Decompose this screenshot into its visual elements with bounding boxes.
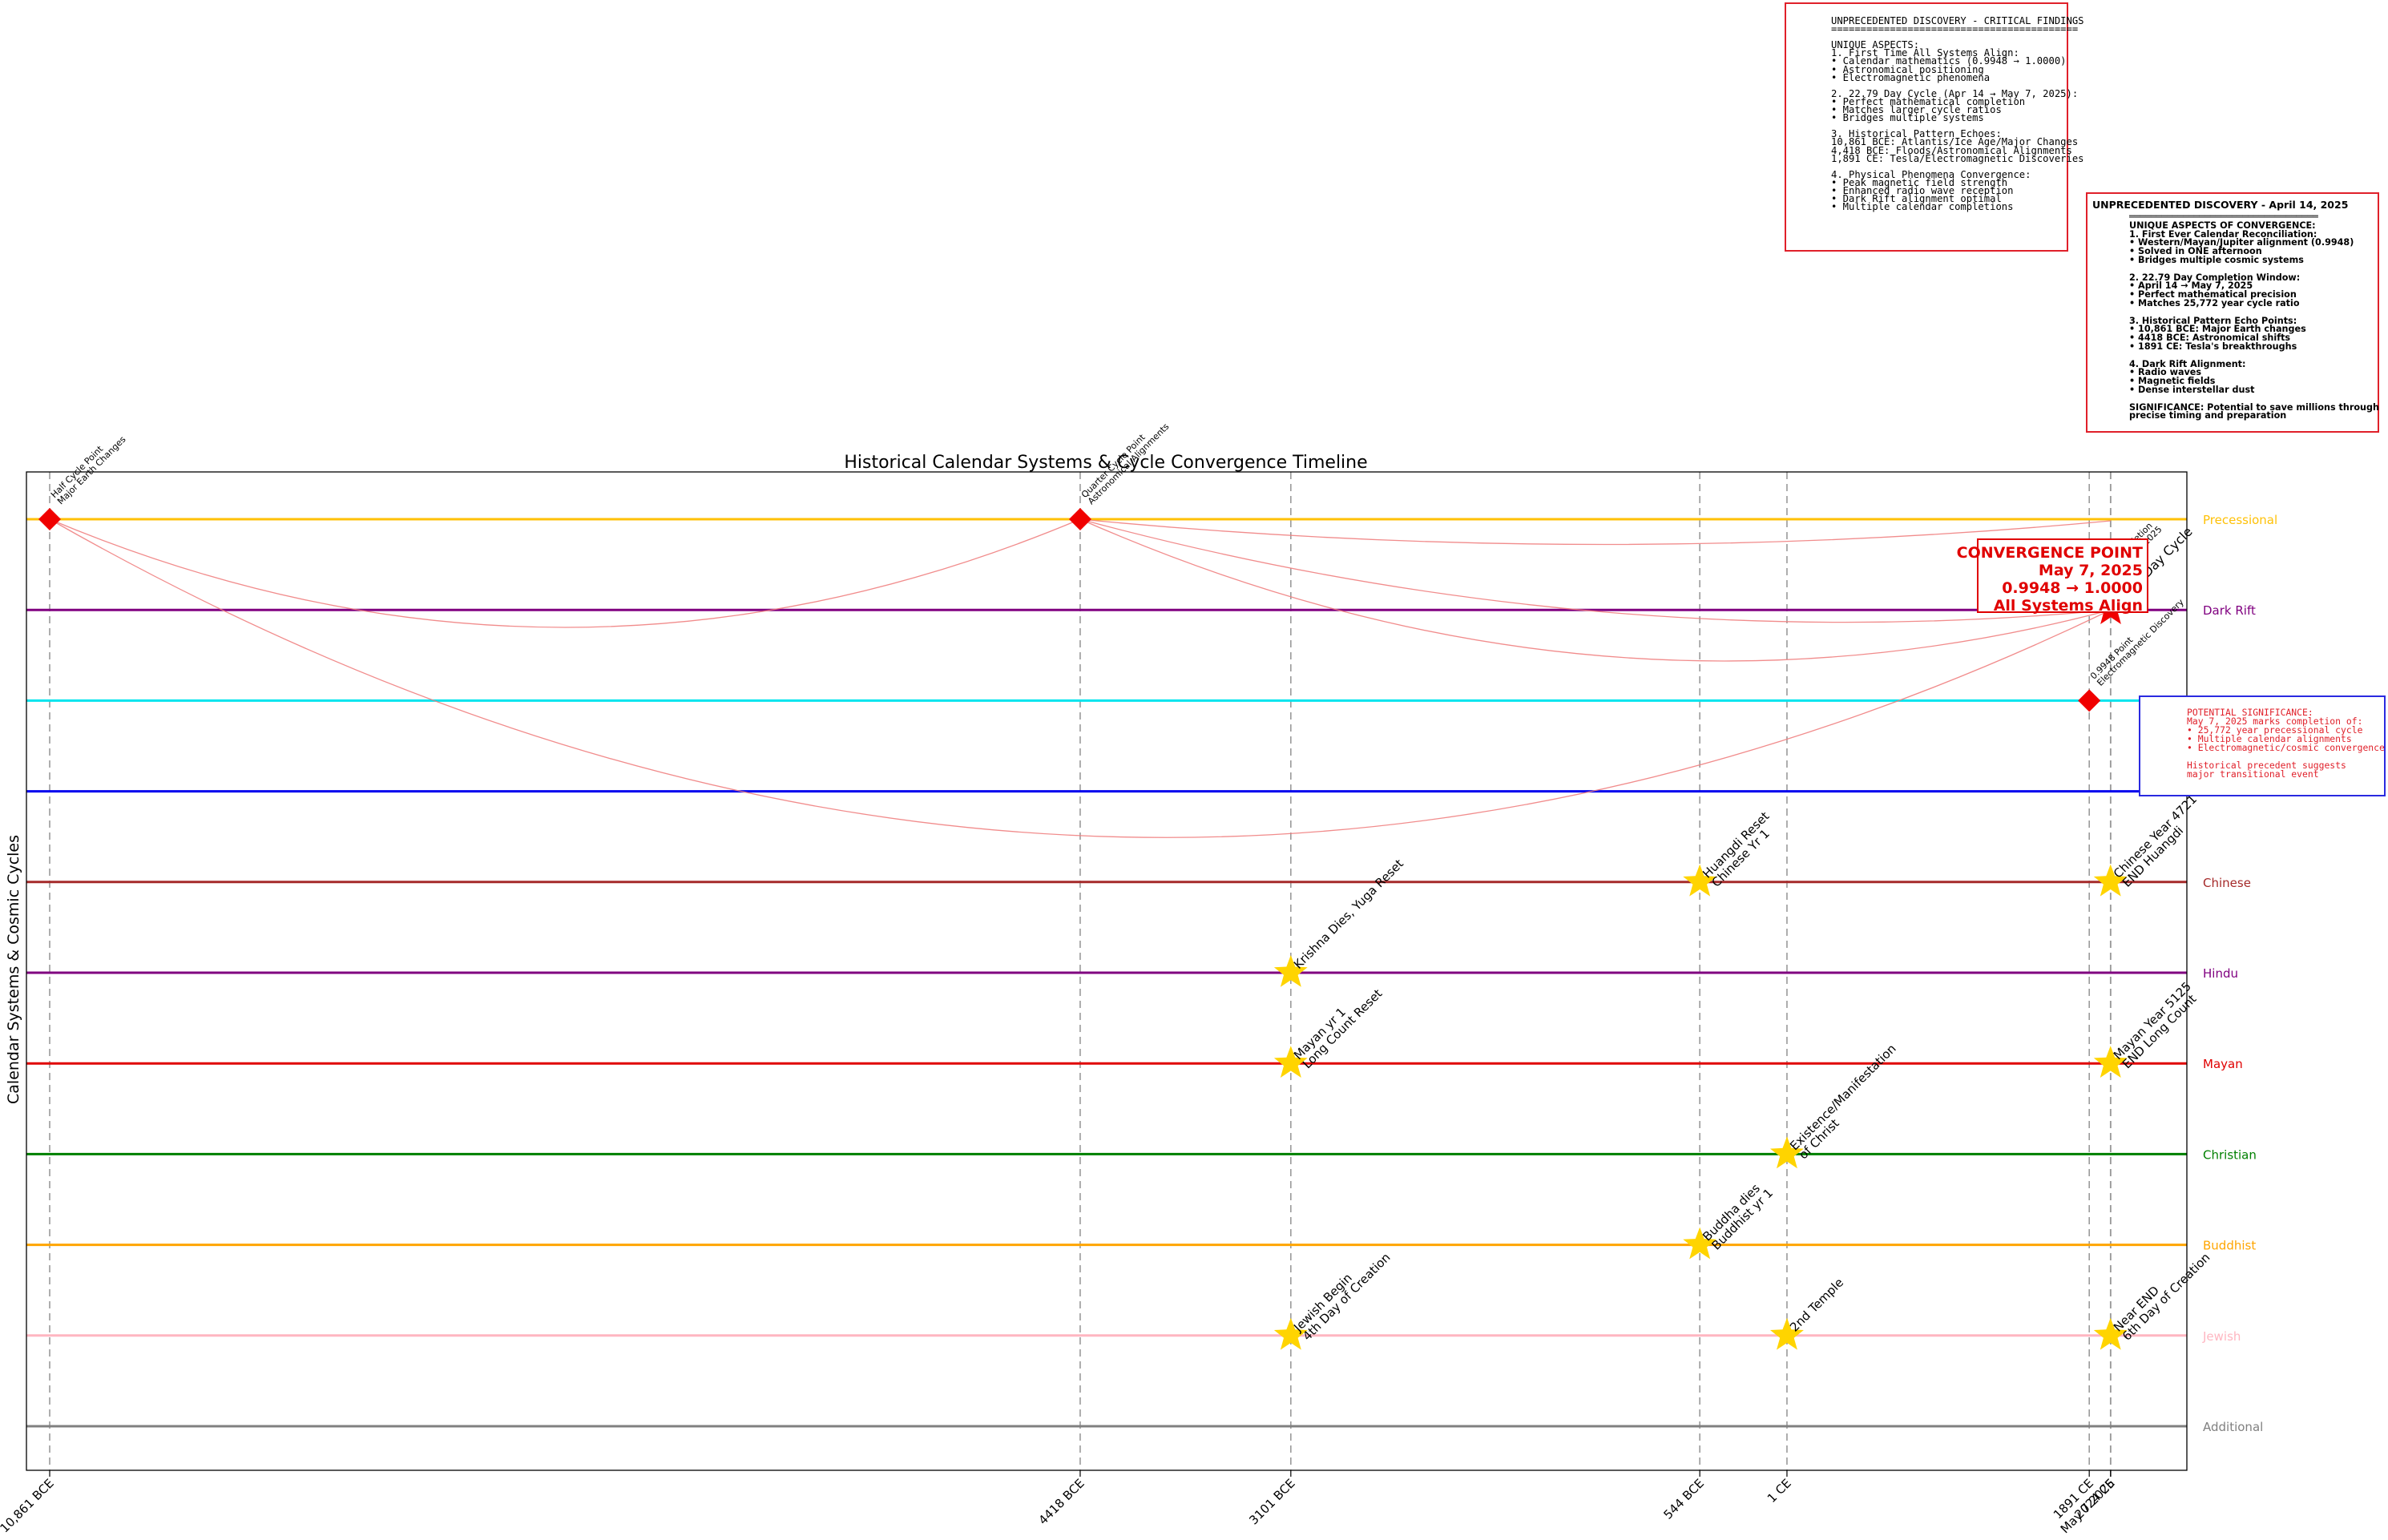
legend-label: Chinese <box>2203 876 2251 890</box>
connection-arc <box>1079 518 2112 546</box>
x-tick-label: 1 CE <box>1765 1476 1794 1506</box>
potential-significance-box: POTENTIAL SIGNIFICANCE: May 7, 2025 mark… <box>2139 695 2386 796</box>
star-label: Existence/Manifestationof Christ <box>1787 1042 1908 1163</box>
convergence-title: CONVERGENCE POINT <box>1957 544 2143 562</box>
event-labels: Half Cycle PointMajor Earth Changes Quart… <box>49 421 2213 1344</box>
star-label: Jewish Begin4th Day of Creation <box>1290 1241 1393 1344</box>
legend-label: Additional <box>2203 1420 2263 1434</box>
star-label: Buddha diesBuddhist yr 1 <box>1700 1177 1776 1253</box>
legend-label: Precessional <box>2203 513 2277 527</box>
diamond-marker <box>1068 508 1091 530</box>
star-label: Near END6th Day of Creation <box>2111 1241 2213 1344</box>
star-label: 2nd Temple <box>1787 1276 1846 1335</box>
diamond-marker <box>2078 689 2101 712</box>
row-legend: Precessional Dark Rift Chinese Hindu Mayan Ch… <box>2202 513 2277 1434</box>
legend-label: Mayan <box>2203 1057 2243 1071</box>
y-axis-label: Calendar Systems & Cosmic Cycles <box>5 835 22 1104</box>
legend-label: Hindu <box>2203 966 2238 981</box>
connection-arc <box>1079 518 2112 623</box>
star-label: Chinese Year 4721END Huangdi <box>2111 792 2208 889</box>
star-label: Krishna Dies, Yuga Reset <box>1291 857 1406 972</box>
x-axis-ticks: 10,861 BCE 4418 BCE 3101 BCE 544 BCE 1 CE 189… <box>0 1470 2118 1536</box>
legend-label: Christian <box>2203 1147 2257 1162</box>
convergence-note: All Systems Align <box>1994 597 2143 615</box>
legend-label: Jewish <box>2202 1329 2241 1344</box>
convergence-date: May 7, 2025 <box>2039 562 2143 579</box>
star-label: Mayan yr 1Long Count Reset <box>1291 978 1385 1071</box>
star-label: Mayan Year 5125END Long Count <box>2111 979 2203 1071</box>
legend-label: Dark Rift <box>2203 603 2256 618</box>
row-lines <box>26 518 2187 1428</box>
event-markers <box>38 508 2128 1350</box>
connection-arc <box>49 518 1081 628</box>
connection-arc <box>1079 518 2112 662</box>
legend-label: Buddhist <box>2203 1239 2256 1253</box>
x-tick-label: 544 BCE <box>1660 1476 1707 1522</box>
diamond-label: Half Cycle PointMajor Earth Changes <box>49 428 128 507</box>
convergence-callout: CONVERGENCE POINT May 7, 2025 0.9948 → 1… <box>1957 538 2148 615</box>
x-tick-label: 10,861 BCE <box>0 1476 57 1535</box>
critical-findings-box: UNPRECEDENTED DISCOVERY - CRITICAL FINDI… <box>1785 2 2084 252</box>
plot-frame <box>26 471 2188 1471</box>
potential-significance-text: POTENTIAL SIGNIFICANCE: May 7, 2025 mark… <box>2187 707 2385 780</box>
star-label: Huangdi ResetChinese Yr 1 <box>1700 808 1781 889</box>
april-discovery-text: ═══════════════════════════════════ UNIQ… <box>2129 212 2379 421</box>
critical-findings-text: UNPRECEDENTED DISCOVERY - CRITICAL FINDI… <box>1831 15 2084 213</box>
april-discovery-box: UNPRECEDENTED DISCOVERY - April 14, 2025… <box>2086 192 2379 433</box>
april-discovery-header: UNPRECEDENTED DISCOVERY - April 14, 2025 <box>2092 199 2349 211</box>
convergence-ratio: 0.9948 → 1.0000 <box>2002 579 2143 597</box>
x-tick-label: 4418 BCE <box>1036 1476 1087 1527</box>
diamond-marker <box>38 508 61 530</box>
x-tick-label: 3101 BCE <box>1246 1476 1297 1527</box>
